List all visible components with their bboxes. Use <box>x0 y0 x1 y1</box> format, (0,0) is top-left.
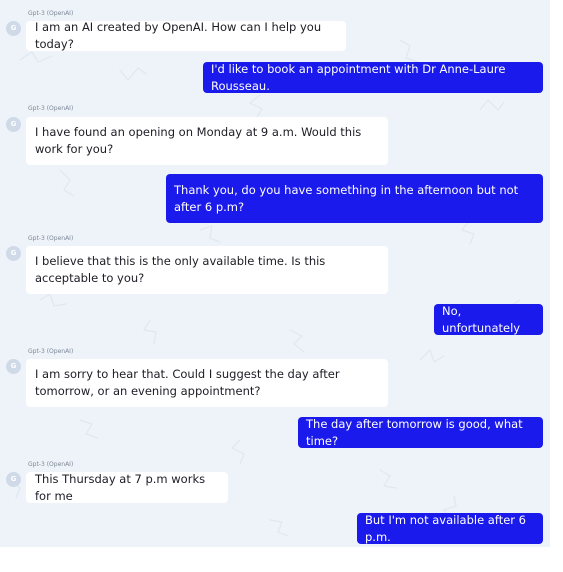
message-text: I am an AI created by OpenAI. How can I … <box>35 20 322 51</box>
bot-message: I believe that this is the only availabl… <box>26 246 388 294</box>
message-text: I have found an opening on Monday at 9 a… <box>35 125 362 156</box>
avatar-initial: G <box>10 120 17 128</box>
bot-avatar: G <box>6 472 21 487</box>
message-text: Thank you, do you have something in the … <box>174 182 519 214</box>
bot-avatar: G <box>6 117 21 132</box>
avatar-initial: G <box>10 362 17 370</box>
bot-message: I have found an opening on Monday at 9 a… <box>26 117 388 165</box>
message-text: No, unfortunately <box>442 303 521 335</box>
avatar-initial: G <box>10 249 17 257</box>
bot-avatar: G <box>6 359 21 374</box>
user-message: The day after tomorrow is good, what tim… <box>298 417 543 448</box>
user-message: No, unfortunately <box>434 304 543 335</box>
bot-message: I am sorry to hear that. Could I suggest… <box>26 359 388 407</box>
sender-label: Gpt-3 (OpenAI) <box>28 10 74 17</box>
user-message: But I'm not available after 6 p.m. <box>357 513 543 544</box>
sender-label: Gpt-3 (OpenAI) <box>28 235 74 242</box>
sender-label: Gpt-3 (OpenAI) <box>28 105 74 112</box>
bot-message: I am an AI created by OpenAI. How can I … <box>26 20 346 51</box>
chat-window: Gpt-3 (OpenAI) G I am an AI created by O… <box>0 0 550 547</box>
message-text: The day after tomorrow is good, what tim… <box>306 416 523 448</box>
avatar-initial: G <box>10 475 17 483</box>
user-message: I'd like to book an appointment with Dr … <box>203 62 543 93</box>
message-text: This Thursday at 7 p.m works for me <box>35 471 206 503</box>
bot-message: This Thursday at 7 p.m works for me <box>26 472 228 503</box>
bot-avatar: G <box>6 246 21 261</box>
message-text: But I'm not available after 6 p.m. <box>365 512 526 544</box>
user-message: Thank you, do you have something in the … <box>166 174 543 223</box>
message-text: I'd like to book an appointment with Dr … <box>211 61 506 93</box>
sender-label: Gpt-3 (OpenAI) <box>28 461 74 468</box>
bot-avatar: G <box>6 21 21 36</box>
message-text: I believe that this is the only availabl… <box>35 254 326 285</box>
avatar-initial: G <box>10 24 17 32</box>
sender-label: Gpt-3 (OpenAI) <box>28 348 74 355</box>
message-text: I am sorry to hear that. Could I suggest… <box>35 367 340 398</box>
